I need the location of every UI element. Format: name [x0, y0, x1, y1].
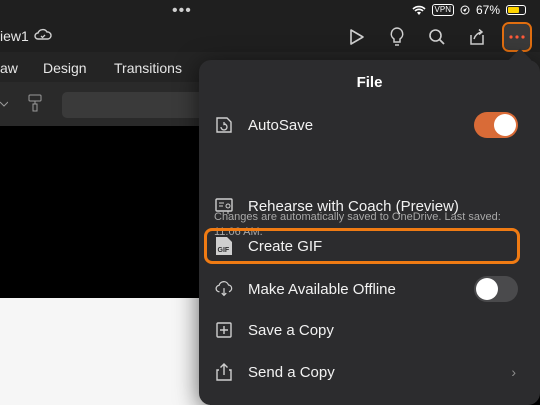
tab-design[interactable]: Design	[43, 60, 87, 76]
toggle-knob	[494, 114, 516, 136]
search-icon[interactable]	[424, 24, 450, 50]
share-icon	[215, 362, 233, 382]
offline-toggle[interactable]	[474, 276, 518, 302]
more-options-button[interactable]	[502, 22, 532, 52]
location-icon	[460, 5, 470, 15]
cloud-sync-icon	[34, 28, 52, 40]
save-copy-icon	[215, 320, 233, 340]
play-icon[interactable]	[344, 24, 370, 50]
menu-item-make-available-offline[interactable]: Make Available Offline	[199, 269, 540, 309]
gif-icon-text: GIF	[218, 247, 230, 254]
gif-file-icon: GIF	[215, 236, 233, 256]
more-icon	[509, 35, 525, 39]
autosave-toggle[interactable]	[474, 112, 518, 138]
menu-item-label: Rehearse with Coach (Preview)	[248, 197, 459, 215]
slide-thumbnail[interactable]	[0, 298, 210, 405]
lightbulb-icon[interactable]	[384, 24, 410, 50]
title-bar: iew1	[0, 22, 540, 52]
tab-transitions[interactable]: Transitions	[114, 60, 182, 76]
status-bar: ••• VPN 67%	[0, 0, 540, 22]
document-title[interactable]: iew1	[0, 28, 29, 44]
menu-item-send-a-copy[interactable]: Send a Copy ›	[199, 352, 540, 392]
file-menu: File AutoSave Changes are automatically …	[199, 60, 540, 405]
chevron-down-icon[interactable]	[0, 100, 8, 108]
menu-title: File	[356, 74, 383, 91]
autosave-label: AutoSave	[248, 116, 314, 134]
toggle-knob	[476, 278, 498, 300]
battery-fill	[508, 7, 519, 13]
menu-item-label: Create GIF	[248, 237, 323, 255]
menu-item-save-a-copy[interactable]: Save a Copy	[199, 310, 540, 350]
autosave-icon	[215, 115, 233, 135]
menu-item-label: Make Available Offline	[248, 280, 396, 298]
vpn-badge: VPN	[431, 4, 454, 16]
font-field[interactable]	[62, 92, 212, 118]
chevron-right-icon: ›	[511, 364, 516, 380]
battery-percent: 67%	[475, 3, 500, 17]
multitask-dots-icon[interactable]: •••	[172, 2, 192, 20]
presenter-coach-icon	[215, 196, 233, 216]
battery-icon	[506, 5, 526, 15]
wifi-icon	[411, 5, 426, 15]
menu-item-label: Save a Copy	[248, 321, 334, 339]
menu-item-create-gif[interactable]: GIF Create GIF	[199, 226, 540, 266]
menu-item-rehearse-with-coach[interactable]: Rehearse with Coach (Preview)	[199, 186, 540, 226]
share-icon[interactable]	[464, 24, 490, 50]
status-indicators: VPN 67%	[411, 3, 526, 17]
autosave-row: AutoSave	[199, 105, 540, 145]
cloud-download-icon	[215, 279, 233, 299]
tab-draw[interactable]: aw	[0, 60, 18, 76]
format-painter-icon[interactable]	[28, 94, 42, 112]
menu-item-label: Send a Copy	[248, 363, 335, 381]
